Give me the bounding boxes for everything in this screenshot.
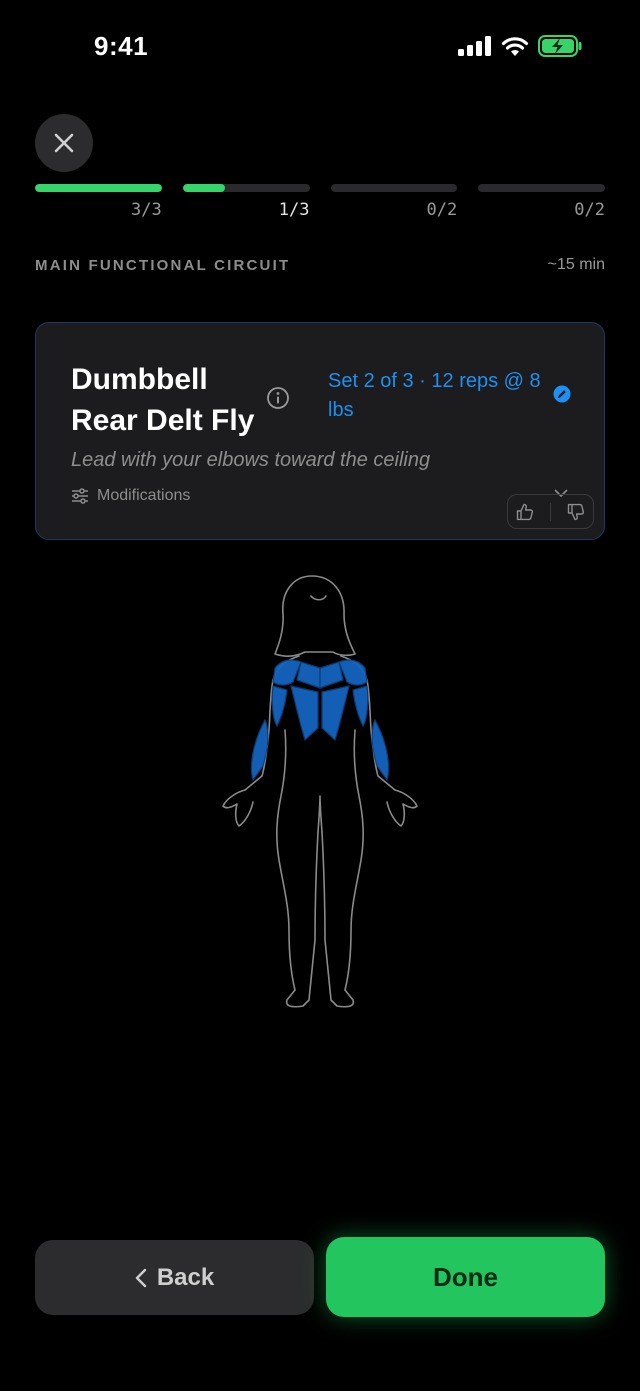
progress-segment: 0/2 bbox=[330, 184, 458, 220]
status-time: 9:41 bbox=[94, 31, 149, 61]
progress-segment: 0/2 bbox=[478, 184, 605, 220]
chevron-left-icon bbox=[135, 1268, 147, 1287]
progress-label: 1/3 bbox=[278, 200, 310, 220]
wifi-icon bbox=[501, 36, 529, 56]
thumbs-up-icon[interactable] bbox=[515, 502, 535, 522]
section-title: MAIN FUNCTIONAL CIRCUIT bbox=[35, 256, 291, 274]
set-info[interactable]: Set 2 of 3 · 12 reps @ 8 lbs bbox=[328, 367, 553, 425]
modifications-label: Modifications bbox=[97, 487, 191, 504]
progress-fill bbox=[35, 184, 162, 192]
workout-progress: 3/3 1/3 0/2 0/2 bbox=[35, 184, 605, 220]
progress-segment: 3/3 bbox=[35, 184, 162, 220]
muscle-map-figure bbox=[222, 575, 418, 1008]
progress-label: 3/3 bbox=[131, 200, 162, 220]
section-duration: ~15 min bbox=[547, 256, 605, 273]
status-icons bbox=[458, 35, 582, 57]
modifications-button[interactable]: Modifications bbox=[71, 487, 190, 505]
battery-icon bbox=[538, 35, 582, 57]
info-icon[interactable] bbox=[266, 386, 290, 410]
workout-screen: 9:41 3/3 1/3 0/2 0/2 MAIN FUNCTIONAL CIR… bbox=[0, 0, 640, 1391]
signal-icon bbox=[458, 36, 491, 56]
exercise-name: Dumbbell Rear Delt Fly bbox=[71, 363, 255, 437]
exercise-cue: Lead with your elbows toward the ceiling bbox=[71, 449, 431, 471]
done-label: Done bbox=[433, 1261, 498, 1292]
rating-divider bbox=[549, 502, 551, 521]
rating-group bbox=[507, 494, 594, 529]
progress-label: 0/2 bbox=[574, 200, 605, 220]
progress-fill bbox=[182, 184, 225, 192]
progress-label: 0/2 bbox=[426, 200, 458, 220]
close-button[interactable] bbox=[35, 114, 93, 172]
edit-icon[interactable] bbox=[552, 384, 572, 404]
sliders-icon bbox=[72, 488, 88, 504]
close-icon bbox=[54, 133, 74, 153]
thumbs-down-icon[interactable] bbox=[566, 502, 586, 522]
progress-segment: 1/3 bbox=[182, 184, 310, 220]
section-header: MAIN FUNCTIONAL CIRCUIT ~15 min bbox=[35, 256, 605, 274]
back-button[interactable]: Back bbox=[35, 1240, 314, 1315]
back-label: Back bbox=[156, 1263, 215, 1291]
exercise-card[interactable]: Dumbbell Rear Delt Fly Set 2 of 3 · 12 r… bbox=[35, 322, 605, 540]
done-button[interactable]: Done bbox=[326, 1237, 605, 1317]
